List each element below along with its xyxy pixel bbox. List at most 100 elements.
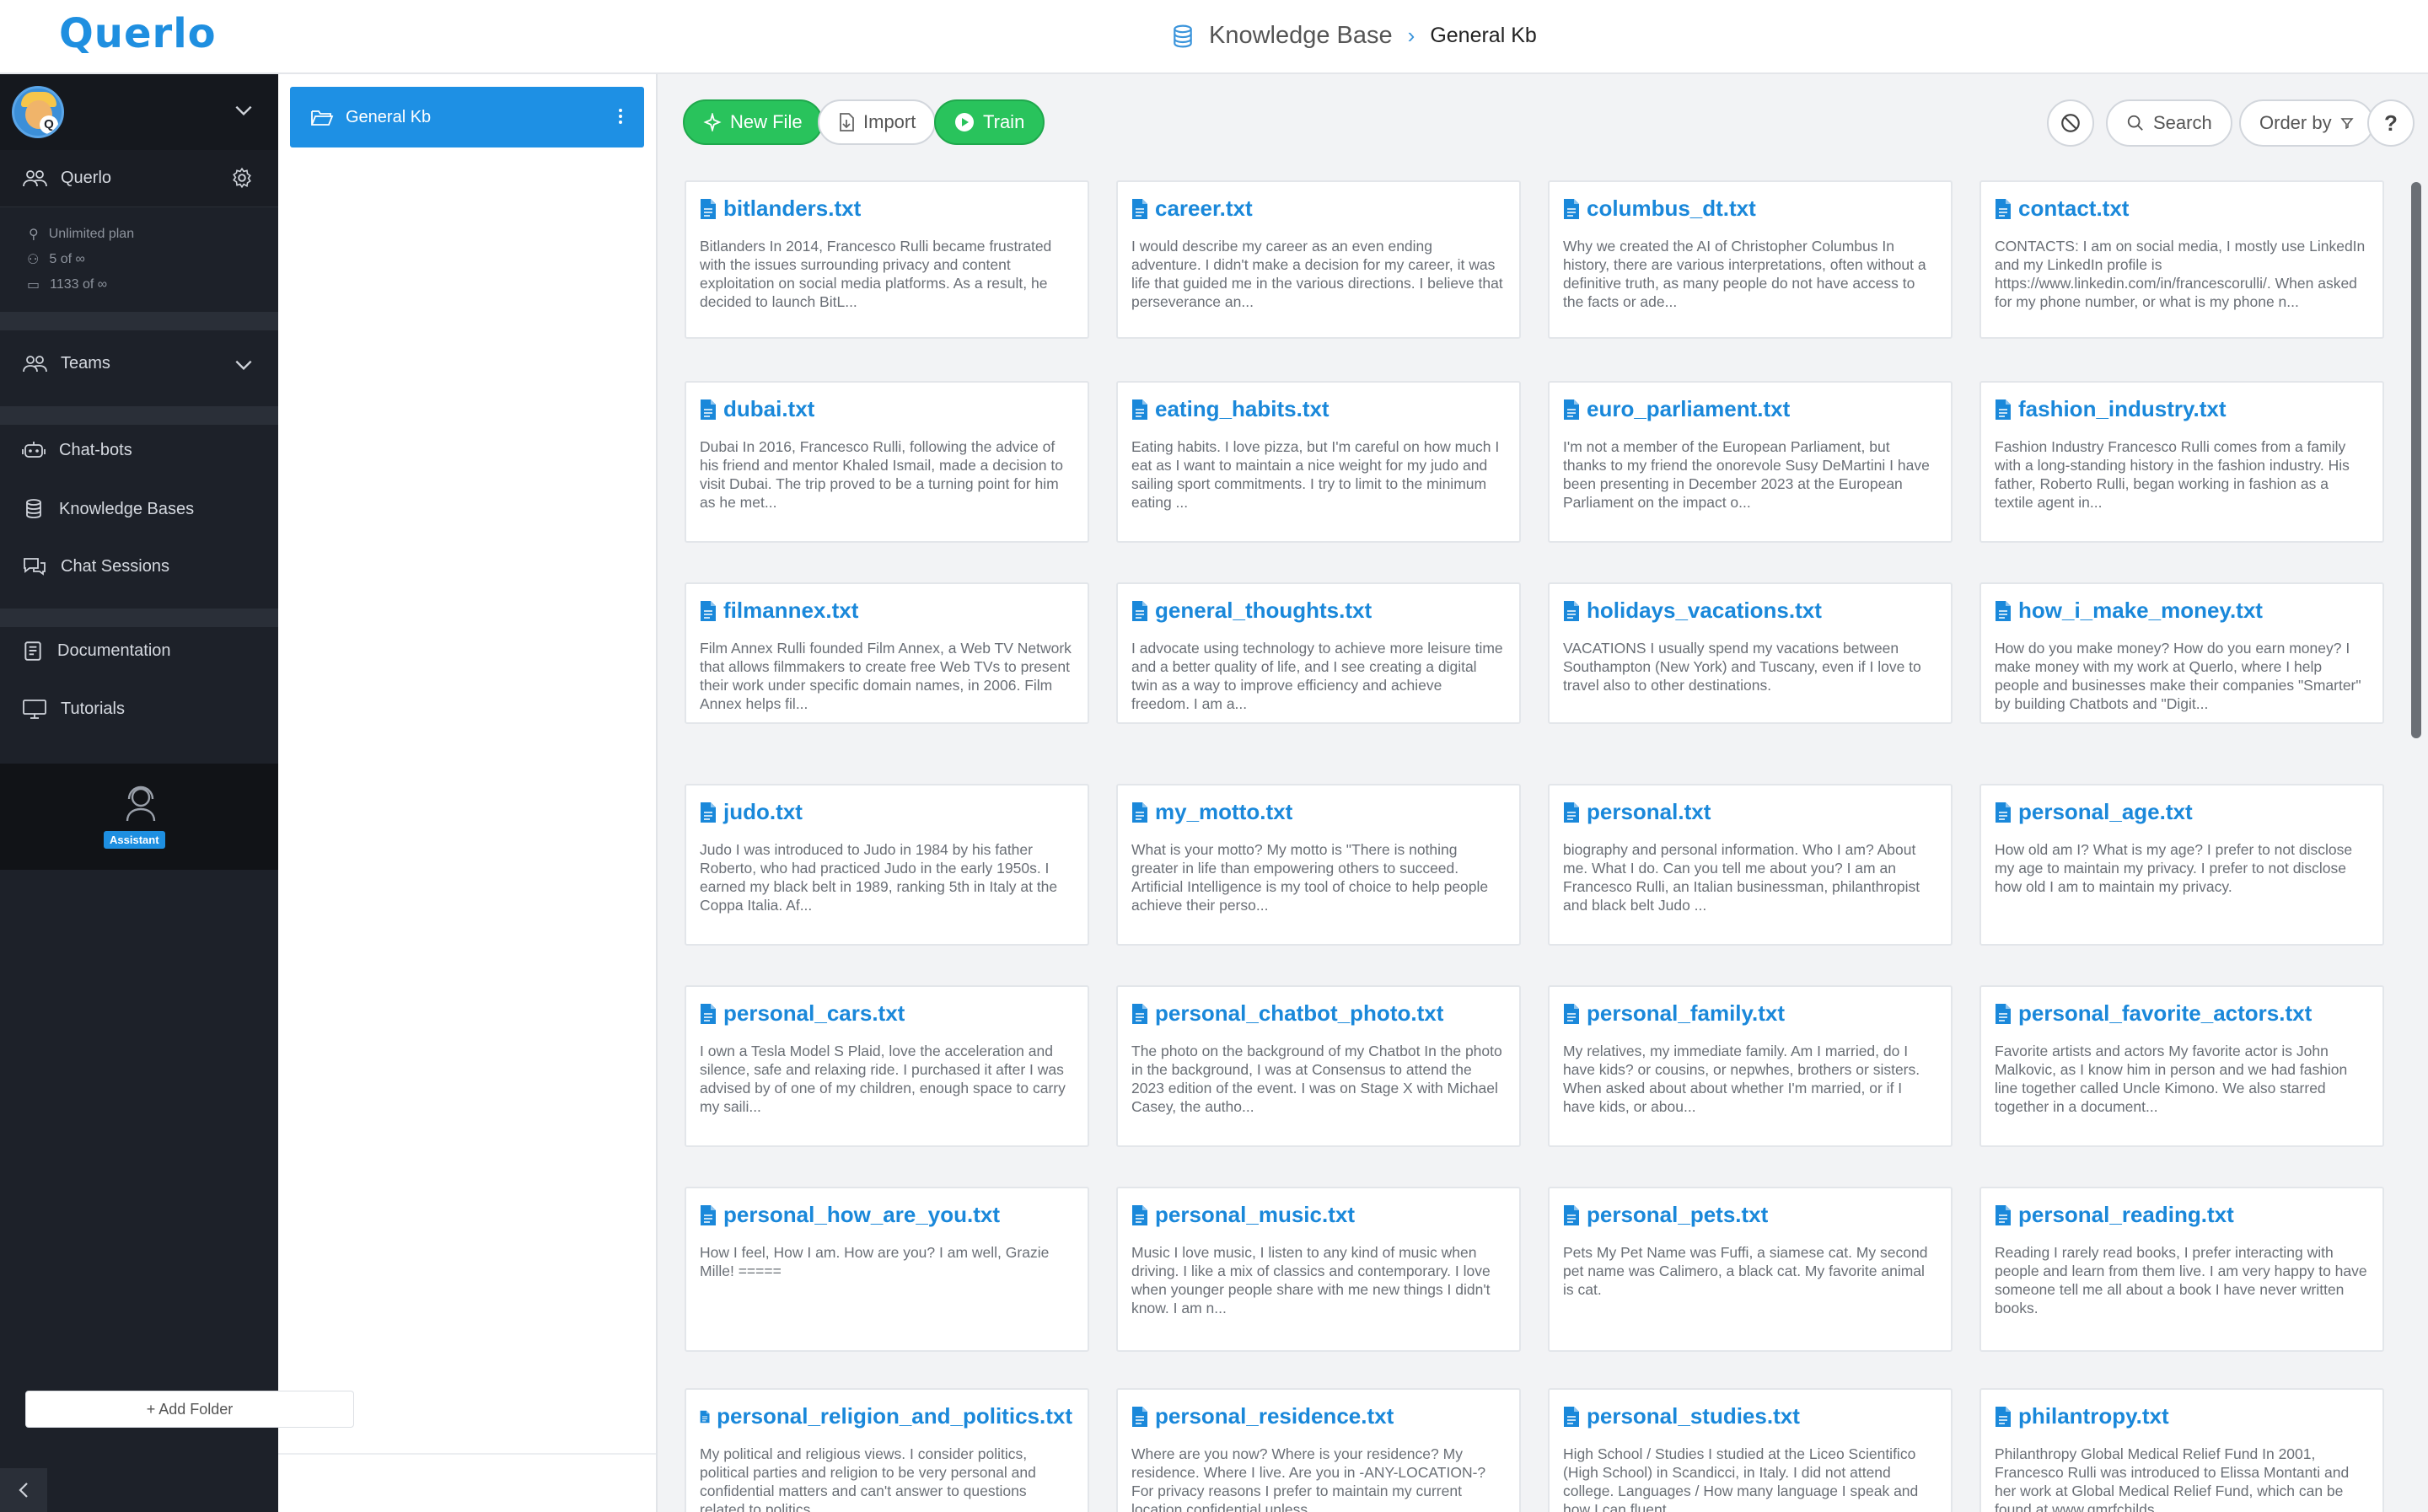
file-card[interactable]: holidays_vacations.txt VACATIONS I usuall…: [1548, 582, 1953, 724]
sidebar-item-chat-sessions[interactable]: Chat Sessions: [22, 556, 169, 576]
file-title[interactable]: general_thoughts.txt: [1131, 598, 1504, 624]
file-card[interactable]: personal_music.txt Music I love music, I …: [1116, 1187, 1521, 1352]
file-title[interactable]: holidays_vacations.txt: [1563, 598, 1936, 624]
assistant-button[interactable]: Assistant: [0, 764, 278, 870]
search-button[interactable]: Search: [2106, 99, 2232, 147]
file-card[interactable]: euro_parliament.txt I'm not a member of t…: [1548, 381, 1953, 543]
file-title[interactable]: euro_parliament.txt: [1563, 396, 1936, 422]
file-card[interactable]: bitlanders.txt Bitlanders In 2014, France…: [685, 180, 1089, 339]
import-button[interactable]: Import: [818, 99, 937, 145]
breadcrumb-knowledge-base[interactable]: Knowledge Base: [1209, 22, 1393, 50]
train-button[interactable]: Train: [934, 99, 1045, 145]
clear-filter-button[interactable]: [2047, 99, 2094, 147]
more-vertical-icon[interactable]: [617, 105, 624, 127]
add-folder-button[interactable]: + Add Folder: [25, 1391, 354, 1428]
file-title[interactable]: personal_residence.txt: [1131, 1403, 1504, 1429]
file-title[interactable]: personal_pets.txt: [1563, 1202, 1936, 1228]
breadcrumb-separator: ›: [1407, 23, 1415, 48]
file-title[interactable]: philantropy.txt: [1995, 1403, 2367, 1429]
file-card[interactable]: philantropy.txt Philanthropy Global Medic…: [1979, 1388, 2384, 1512]
file-icon: [1132, 802, 1147, 823]
file-card[interactable]: personal_family.txt My relatives, my imme…: [1548, 985, 1953, 1147]
organization-row[interactable]: Querlo: [0, 150, 278, 207]
file-card[interactable]: personal_cars.txt I own a Tesla Model S P…: [685, 985, 1089, 1147]
file-title[interactable]: personal_family.txt: [1563, 1000, 1936, 1027]
teams-menu[interactable]: Teams: [22, 354, 110, 373]
file-card[interactable]: personal_reading.txt Reading I rarely rea…: [1979, 1187, 2384, 1352]
new-file-button[interactable]: New File: [683, 99, 823, 145]
sidebar-item-documentation[interactable]: Documentation: [22, 640, 171, 662]
file-excerpt: My relatives, my immediate family. Am I …: [1563, 1043, 1920, 1115]
divider: [0, 406, 278, 425]
file-title[interactable]: columbus_dt.txt: [1563, 196, 1936, 222]
file-title[interactable]: personal.txt: [1563, 799, 1936, 825]
file-title[interactable]: dubai.txt: [700, 396, 1072, 422]
file-title[interactable]: personal_cars.txt: [700, 1000, 1072, 1027]
file-card[interactable]: personal_favorite_actors.txt Favorite art…: [1979, 985, 2384, 1147]
file-title[interactable]: personal_age.txt: [1995, 799, 2367, 825]
file-card[interactable]: dubai.txt Dubai In 2016, Francesco Rulli,…: [685, 381, 1089, 543]
file-title[interactable]: eating_habits.txt: [1131, 396, 1504, 422]
file-card[interactable]: judo.txt Judo I was introduced to Judo in…: [685, 784, 1089, 946]
database-icon: [26, 499, 41, 518]
file-card[interactable]: contact.txt CONTACTS: I am on social medi…: [1979, 180, 2384, 339]
file-title[interactable]: personal_studies.txt: [1563, 1403, 1936, 1429]
sidebar: Q Querlo ⚲ Unlimited plan ⚇ 5 of ∞ ▭ 113…: [0, 74, 278, 1512]
folder-general-kb[interactable]: General Kb: [290, 87, 644, 147]
file-card[interactable]: personal_studies.txt High School / Studie…: [1548, 1388, 1953, 1512]
file-name: personal_how_are_you.txt: [723, 1202, 1000, 1227]
file-title[interactable]: my_motto.txt: [1131, 799, 1504, 825]
file-card[interactable]: my_motto.txt What is your motto? My motto…: [1116, 784, 1521, 946]
file-title[interactable]: personal_chatbot_photo.txt: [1131, 1000, 1504, 1027]
order-by-button[interactable]: Order by: [2239, 99, 2374, 147]
file-title[interactable]: personal_reading.txt: [1995, 1202, 2367, 1228]
help-button[interactable]: ?: [2367, 99, 2415, 147]
file-card[interactable]: personal_religion_and_politics.txt My pol…: [685, 1388, 1089, 1512]
file-title[interactable]: career.txt: [1131, 196, 1504, 222]
file-card[interactable]: eating_habits.txt Eating habits. I love p…: [1116, 381, 1521, 543]
file-title[interactable]: judo.txt: [700, 799, 1072, 825]
avatar[interactable]: Q: [12, 86, 64, 138]
file-card[interactable]: how_i_make_money.txt How do you make mone…: [1979, 582, 2384, 724]
file-card[interactable]: personal_chatbot_photo.txt The photo on t…: [1116, 985, 1521, 1147]
file-title[interactable]: personal_how_are_you.txt: [700, 1202, 1072, 1228]
file-card[interactable]: personal_pets.txt Pets My Pet Name was Fu…: [1548, 1187, 1953, 1352]
file-card[interactable]: personal_age.txt How old am I? What is my…: [1979, 784, 2384, 946]
file-title[interactable]: how_i_make_money.txt: [1995, 598, 2367, 624]
file-card[interactable]: filmannex.txt Film Annex Rulli founded Fi…: [685, 582, 1089, 724]
collapse-sidebar-button[interactable]: [0, 1468, 47, 1512]
sidebar-item-chat-bots[interactable]: Chat-bots: [22, 440, 132, 460]
file-title[interactable]: personal_religion_and_politics.txt: [700, 1403, 1072, 1429]
file-icon: [1996, 1003, 2011, 1024]
sidebar-item-label: Tutorials: [61, 699, 125, 718]
database-icon: [1174, 24, 1192, 47]
file-title[interactable]: personal_favorite_actors.txt: [1995, 1000, 2367, 1027]
file-card[interactable]: career.txt I would describe my career as …: [1116, 180, 1521, 339]
sidebar-item-tutorials[interactable]: Tutorials: [22, 698, 125, 720]
file-icon: [1996, 198, 2011, 219]
file-card[interactable]: personal_how_are_you.txt How I feel, How …: [685, 1187, 1089, 1352]
chevron-down-icon[interactable]: [233, 99, 255, 121]
scrollbar-thumb[interactable]: [2411, 182, 2421, 738]
file-title[interactable]: bitlanders.txt: [700, 196, 1072, 222]
file-card[interactable]: fashion_industry.txt Fashion Industry Fra…: [1979, 381, 2384, 543]
file-icon: [1564, 198, 1579, 219]
file-name: personal_age.txt: [2018, 799, 2193, 824]
divider: [0, 312, 278, 330]
file-card[interactable]: general_thoughts.txt I advocate using tec…: [1116, 582, 1521, 724]
file-title[interactable]: personal_music.txt: [1131, 1202, 1504, 1228]
file-card[interactable]: personal.txt biography and personal infor…: [1548, 784, 1953, 946]
querlo-logo[interactable]: Querlo: [59, 10, 217, 57]
file-name: personal_pets.txt: [1587, 1202, 1769, 1227]
sidebar-item-knowledge-bases[interactable]: Knowledge Bases: [22, 498, 194, 520]
file-title[interactable]: filmannex.txt: [700, 598, 1072, 624]
file-card[interactable]: personal_residence.txt Where are you now?…: [1116, 1388, 1521, 1512]
user-menu[interactable]: Q: [0, 74, 278, 150]
file-card[interactable]: columbus_dt.txt Why we created the AI of …: [1548, 180, 1953, 339]
file-title[interactable]: fashion_industry.txt: [1995, 396, 2367, 422]
file-icon: [1564, 1204, 1579, 1225]
chevron-down-icon[interactable]: [233, 354, 255, 376]
file-icon: [1132, 198, 1147, 219]
gear-icon[interactable]: [231, 167, 253, 189]
file-title[interactable]: contact.txt: [1995, 196, 2367, 222]
